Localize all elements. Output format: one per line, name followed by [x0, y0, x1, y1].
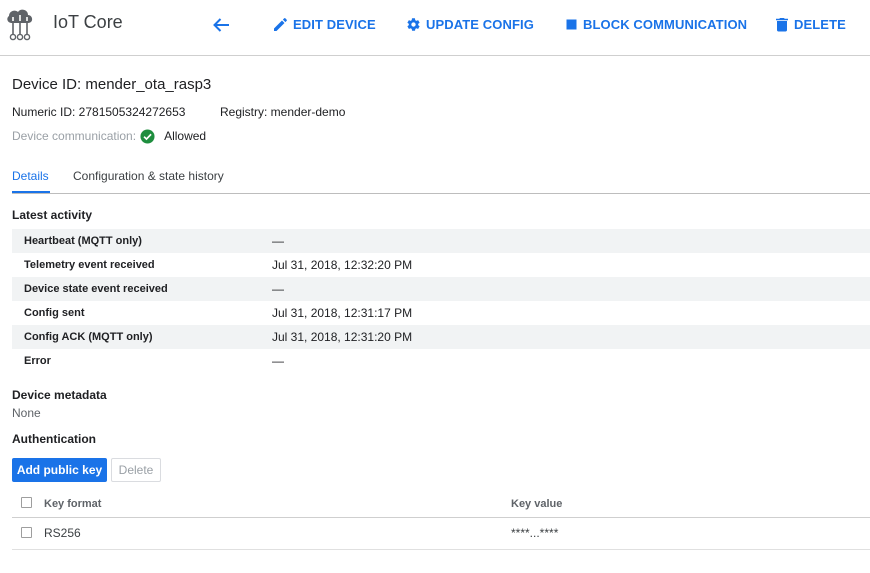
activity-value: Jul 31, 2018, 12:31:17 PM [272, 306, 413, 320]
activity-value: Jul 31, 2018, 12:31:20 PM [272, 330, 413, 344]
top-app-bar: IoT Core EDIT DEVICE UPDATE CONFIG BLOCK… [0, 0, 870, 56]
iot-core-logo-icon [7, 9, 33, 41]
keys-table-header: Key format Key value [12, 492, 870, 518]
device-communication-status: Device communication: Allowed [12, 127, 206, 145]
active-tab-indicator [12, 191, 50, 193]
numeric-id: Numeric ID: 2781505324272653 [12, 105, 186, 119]
activity-label: Error [24, 355, 51, 367]
tab-bar: Details Configuration & state history [12, 160, 870, 194]
tab-configuration-history[interactable]: Configuration & state history [73, 169, 224, 183]
pencil-icon [274, 17, 287, 31]
activity-label: Device state event received [24, 283, 168, 295]
activity-row: Config ACK (MQTT only) Jul 31, 2018, 12:… [12, 325, 870, 349]
activity-row: Config sent Jul 31, 2018, 12:31:17 PM [12, 301, 870, 325]
key-value-cell: ****...**** [511, 526, 559, 540]
edit-device-label: EDIT DEVICE [293, 16, 376, 32]
communication-value: Allowed [164, 129, 207, 143]
check-circle-icon [140, 128, 155, 144]
registry-name: Registry: mender-demo [220, 105, 346, 119]
select-all-checkbox[interactable] [21, 497, 32, 508]
row-checkbox[interactable] [21, 527, 32, 538]
activity-row: Device state event received — [12, 277, 870, 301]
key-format-column-header[interactable]: Key format [44, 498, 101, 510]
device-metadata-title: Device metadata [12, 388, 107, 402]
table-row: RS256 ****...**** [12, 518, 870, 550]
trash-icon [776, 17, 788, 31]
activity-value: — [272, 234, 284, 248]
add-public-key-button[interactable]: Add public key [12, 458, 107, 482]
activity-value: — [272, 282, 284, 296]
edit-device-button[interactable]: EDIT DEVICE [273, 14, 376, 34]
delete-label: DELETE [794, 16, 846, 32]
block-communication-button[interactable]: BLOCK COMMUNICATION [565, 14, 747, 34]
activity-value: — [272, 354, 284, 368]
activity-row: Heartbeat (MQTT only) — [12, 229, 870, 253]
authentication-title: Authentication [12, 432, 96, 446]
activity-label: Config sent [24, 307, 85, 319]
stop-square-icon [566, 19, 577, 29]
activity-row: Error — [12, 349, 870, 373]
arrow-back-icon [213, 18, 229, 32]
activity-label: Telemetry event received [24, 259, 155, 271]
communication-label: Device communication: [12, 129, 137, 143]
activity-row: Telemetry event received Jul 31, 2018, 1… [12, 253, 870, 277]
key-value-column-header[interactable]: Key value [511, 498, 562, 510]
gear-icon [407, 17, 420, 31]
device-id-title: Device ID: mender_ota_rasp3 [12, 76, 212, 93]
activity-label: Config ACK (MQTT only) [24, 331, 153, 343]
activity-value: Jul 31, 2018, 12:32:20 PM [272, 258, 413, 272]
update-config-label: UPDATE CONFIG [426, 16, 534, 32]
delete-device-button[interactable]: DELETE [775, 14, 846, 34]
update-config-button[interactable]: UPDATE CONFIG [406, 14, 534, 34]
delete-key-button[interactable]: Delete [111, 458, 161, 482]
block-communication-label: BLOCK COMMUNICATION [583, 16, 748, 32]
latest-activity-title: Latest activity [12, 208, 93, 222]
device-metadata-value: None [12, 406, 41, 420]
activity-label: Heartbeat (MQTT only) [24, 235, 142, 247]
tab-details[interactable]: Details [12, 169, 49, 183]
key-format-cell: RS256 [44, 526, 81, 540]
back-button[interactable] [208, 13, 234, 37]
product-name: IoT Core [53, 12, 123, 32]
